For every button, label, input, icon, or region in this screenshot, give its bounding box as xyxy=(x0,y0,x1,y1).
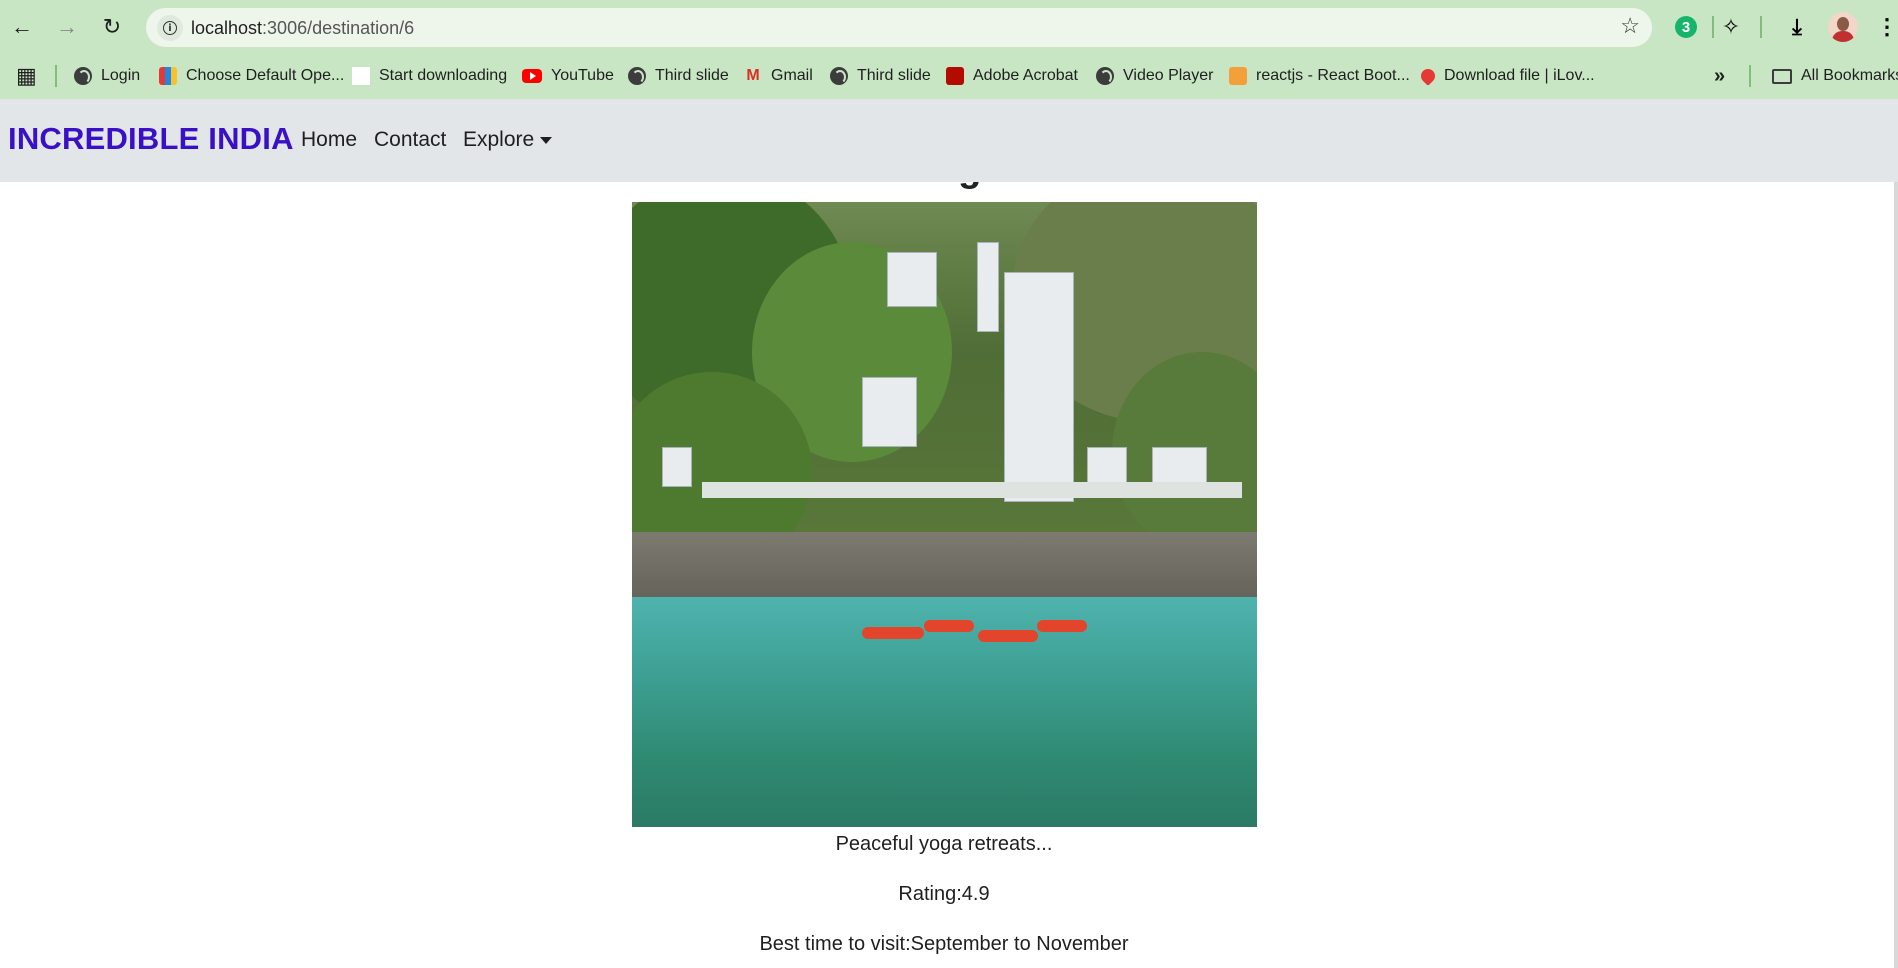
nav-link-home[interactable]: Home xyxy=(301,128,357,152)
bookmarks-divider xyxy=(55,65,57,87)
bookmark-label: Download file | iLov... xyxy=(1444,67,1595,84)
browser-menu-icon[interactable]: ⋮ xyxy=(1872,12,1898,42)
explore-label: Explore xyxy=(463,128,535,151)
toolbar-divider xyxy=(1760,16,1762,38)
url-host: localhost xyxy=(191,18,263,38)
extensions-puzzle-icon[interactable]: ✧ xyxy=(1716,12,1746,42)
extension-badge: 3 xyxy=(1675,16,1697,38)
downloads-icon[interactable]: ⤓ xyxy=(1782,12,1812,42)
acrobat-icon xyxy=(946,67,964,85)
bookmark-label: Adobe Acrobat xyxy=(973,67,1078,84)
bookmarks-divider xyxy=(1749,65,1751,87)
browser-toolbar: ← → ↻ i localhost:3006/destination/6 ☆ 3… xyxy=(0,0,1898,54)
bookmark-label: Login xyxy=(101,67,141,84)
nav-dropdown-explore[interactable]: Explore xyxy=(463,128,553,152)
destination-photo xyxy=(632,202,1257,827)
app-icon xyxy=(159,67,177,85)
bookmark-youtube[interactable]: YouTube xyxy=(522,64,614,88)
url-text[interactable]: localhost:3006/destination/6 xyxy=(191,18,414,39)
bookmark-gmail[interactable]: M Gmail xyxy=(744,64,813,88)
gmail-icon: M xyxy=(746,67,760,84)
page-scrollbar[interactable] xyxy=(1894,182,1898,968)
bookmark-video-player[interactable]: Video Player xyxy=(1096,64,1213,88)
page-icon xyxy=(352,67,370,85)
bookmark-label: Third slide xyxy=(857,67,931,84)
back-button[interactable]: ← xyxy=(4,9,40,45)
bookmark-label: YouTube xyxy=(551,67,614,84)
bookmark-download-file[interactable]: Download file | iLov... xyxy=(1418,64,1595,88)
stackoverflow-icon xyxy=(1229,67,1247,85)
bookmarks-bar: ▦ Login Choose Default Ope... Start down… xyxy=(0,54,1898,99)
globe-icon xyxy=(830,67,848,85)
site-navbar: INCREDIBLE INDIA Home Contact Explore xyxy=(0,99,1898,182)
apps-grid-icon[interactable]: ▦ xyxy=(16,63,37,88)
bookmark-label: Gmail xyxy=(771,67,813,84)
bookmark-label: Start downloading xyxy=(379,67,508,84)
forward-button[interactable]: → xyxy=(49,9,85,45)
bookmark-label: Choose Default Ope... xyxy=(186,67,345,84)
bookmark-label: Third slide xyxy=(655,67,729,84)
more-bookmarks-chevron-icon[interactable]: » xyxy=(1714,64,1725,88)
globe-icon xyxy=(628,67,646,85)
destination-description: Peaceful yoga retreats... xyxy=(835,833,1053,855)
bookmark-login[interactable]: Login xyxy=(74,64,140,88)
bookmark-reactjs[interactable]: reactjs - React Boot... xyxy=(1229,64,1410,88)
caret-down-icon xyxy=(540,136,553,144)
destination-rating: Rating:4.9 xyxy=(898,883,990,905)
profile-avatar[interactable] xyxy=(1828,12,1858,42)
nav-link-contact[interactable]: Contact xyxy=(374,128,446,152)
bookmark-star-icon[interactable]: ☆ xyxy=(1620,13,1640,39)
grammarly-extension-icon[interactable]: 3 xyxy=(1671,12,1701,42)
back-arrow-icon: ← xyxy=(11,14,33,39)
bookmark-label: reactjs - React Boot... xyxy=(1256,67,1410,84)
brand-logo[interactable]: INCREDIBLE INDIA xyxy=(8,121,294,157)
youtube-icon xyxy=(522,69,542,83)
browser-chrome: ← → ↻ i localhost:3006/destination/6 ☆ 3… xyxy=(0,0,1898,99)
bookmark-adobe-acrobat[interactable]: Adobe Acrobat xyxy=(946,64,1078,88)
destination-best-time: Best time to visit:September to November xyxy=(759,933,1129,955)
bookmark-label: Video Player xyxy=(1123,67,1214,84)
site-info-icon[interactable]: i xyxy=(157,15,183,41)
folder-icon xyxy=(1772,68,1792,84)
bookmark-start-downloading[interactable]: Start downloading xyxy=(352,64,507,88)
heart-icon xyxy=(1418,66,1438,86)
bookmark-third-slide-2[interactable]: Third slide xyxy=(830,64,931,88)
all-bookmarks-label: All Bookmarks xyxy=(1801,67,1898,84)
url-path: :3006/destination/6 xyxy=(262,18,415,38)
forward-arrow-icon: → xyxy=(56,14,78,39)
bookmark-third-slide[interactable]: Third slide xyxy=(628,64,729,88)
globe-icon xyxy=(1096,67,1114,85)
reload-icon: ↻ xyxy=(102,14,122,39)
globe-icon xyxy=(74,67,92,85)
bookmark-choose-default[interactable]: Choose Default Ope... xyxy=(159,64,344,88)
toolbar-divider xyxy=(1712,16,1714,38)
reload-button[interactable]: ↻ xyxy=(94,9,130,45)
address-bar[interactable]: i localhost:3006/destination/6 ☆ xyxy=(146,8,1652,47)
all-bookmarks-button[interactable]: All Bookmarks xyxy=(1772,64,1898,88)
